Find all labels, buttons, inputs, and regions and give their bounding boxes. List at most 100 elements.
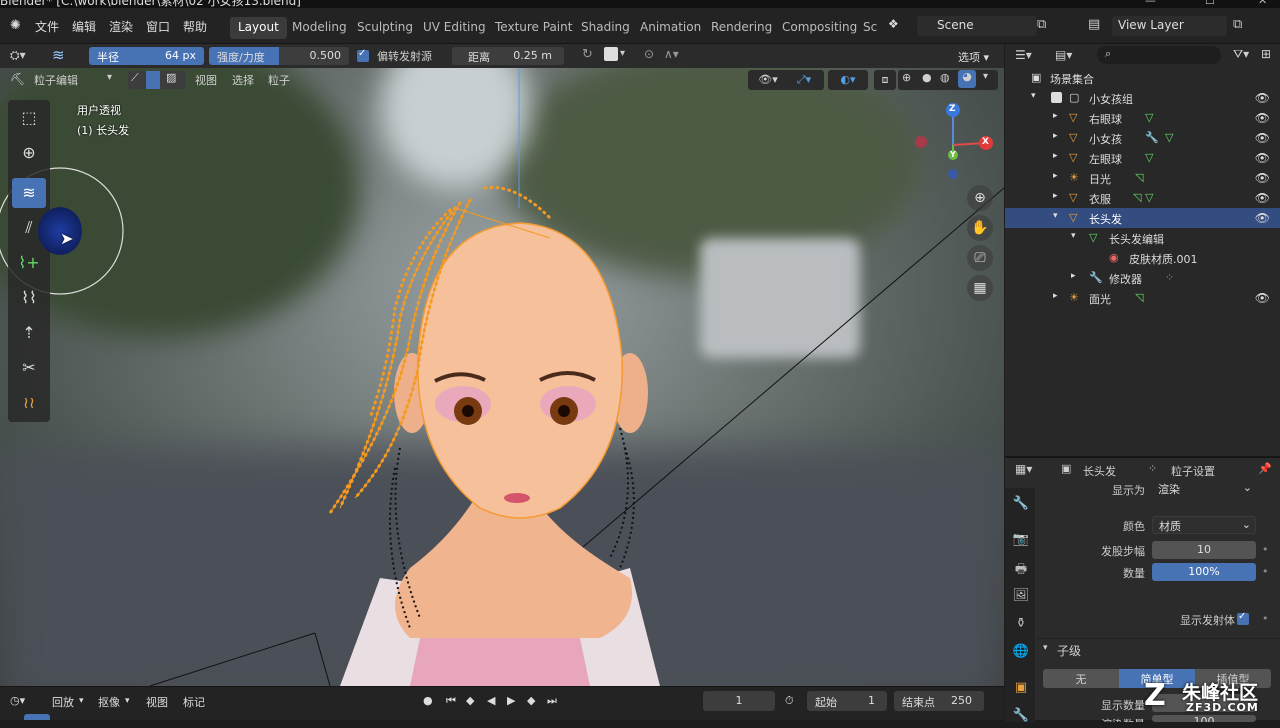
outliner-row-modifiers[interactable]: ▸ 🔧 修改器 ⁘ <box>1005 268 1280 288</box>
new-collection-icon[interactable]: ⊞ <box>1261 47 1271 61</box>
next-keyframe-icon[interactable]: ◆ <box>527 694 535 707</box>
options-dropdown[interactable]: 选项 ▾ <box>950 47 998 65</box>
expand-icon[interactable]: ▸ <box>1053 191 1058 201</box>
show-emitter-checkbox[interactable] <box>1237 611 1249 625</box>
outliner-row-skin-material[interactable]: ◉ 皮肤材质.001 <box>1005 248 1280 268</box>
point-select-icon[interactable] <box>146 71 160 89</box>
outliner-row-girl[interactable]: ▸ ▽ 小女孩 🔧 ▽ 👁 <box>1005 128 1280 148</box>
play-reverse-icon[interactable]: ◀ <box>487 694 495 707</box>
add-tool-icon[interactable]: ⌇+ <box>12 248 46 278</box>
camera-icon[interactable]: ⎚ <box>967 245 993 271</box>
strength-field[interactable]: 强度/力度 0.500 <box>209 47 349 65</box>
zoom-icon[interactable]: ⊕ <box>967 185 993 211</box>
outliner-row-hair-edit[interactable]: ▾ ▽ 长头发编辑 <box>1005 228 1280 248</box>
record-icon[interactable]: ● <box>423 694 433 707</box>
eye-icon[interactable]: 👁 <box>1255 91 1270 105</box>
tab-animation[interactable]: Animation <box>632 17 709 39</box>
menu-file[interactable]: 文件 <box>35 18 59 35</box>
cut-tool-icon[interactable]: ✂ <box>12 353 46 383</box>
color-dropdown[interactable]: 材质 ⌄ <box>1152 516 1256 534</box>
outliner-row-long-hair[interactable]: ▾ ▽ 长头发 👁 <box>1005 208 1280 228</box>
maximize-button[interactable]: ☐ <box>1205 0 1215 7</box>
cursor-icon[interactable]: ⊕ <box>12 138 46 168</box>
outliner-editor-icon[interactable]: ☰▾ <box>1015 48 1032 62</box>
path-select-icon[interactable]: ⟋ <box>131 71 139 85</box>
weight-tool-icon[interactable]: ≀≀ <box>12 388 46 418</box>
keyframe-dot-icon[interactable]: • <box>1262 612 1269 625</box>
menu-view[interactable]: 视图 <box>195 72 217 88</box>
expand-icon[interactable]: ▸ <box>1053 171 1058 181</box>
menu-select[interactable]: 选择 <box>232 72 254 88</box>
mode-selector[interactable]: 粒子编辑 <box>34 72 78 88</box>
eye-icon[interactable]: 👁 <box>1255 211 1270 225</box>
outliner-search-input[interactable]: ⌕ <box>1097 46 1221 64</box>
3d-viewport[interactable]: ⛏ 粒子编辑 ▾ ⟋ ▨ 视图 选择 粒子 👁▾ ⤢▾ ◐▾ ⧈ ⊕ ● ◍ ◕… <box>0 68 1004 686</box>
jump-start-icon[interactable]: ⏮ <box>446 694 456 708</box>
distance-field[interactable]: 距离 0.25 m <box>452 47 564 65</box>
snap-icon[interactable]: ↻ <box>582 47 593 62</box>
scene-selector-icon[interactable]: ❖ <box>888 17 899 31</box>
menu-help[interactable]: 帮助 <box>183 18 207 35</box>
outliner-row-sunlight[interactable]: ▸ ☀ 日光 ◹ 👁 <box>1005 168 1280 188</box>
shading-dropdown-icon[interactable]: ▾ <box>983 71 988 82</box>
expand-icon[interactable]: ▸ <box>1053 291 1058 301</box>
length-tool-icon[interactable]: ⌇⌇ <box>12 283 46 313</box>
end-frame-field[interactable]: 结束点 250 <box>894 691 984 711</box>
start-frame-field[interactable]: 起始 1 <box>807 691 887 711</box>
expand-icon[interactable]: ▸ <box>1071 271 1076 281</box>
context-particle-settings[interactable]: 粒子设置 <box>1171 463 1215 479</box>
properties-editor-icon[interactable]: ▦▾ <box>1015 462 1032 476</box>
tab-scripting[interactable]: Sc <box>855 17 885 39</box>
comb-brush-icon[interactable]: ≋ <box>52 46 65 64</box>
new-scene-icon[interactable]: ⧉ <box>1037 17 1046 32</box>
outliner-row-right-eye[interactable]: ▸ ▽ 右眼球 ▽ 👁 <box>1005 108 1280 128</box>
falloff-icon[interactable]: ∧▾ <box>664 47 679 61</box>
tool-tab-icon[interactable]: 🔧 <box>1011 496 1031 516</box>
prev-keyframe-icon[interactable]: ◆ <box>466 694 474 707</box>
keyframe-dot-icon[interactable]: • <box>1262 565 1269 578</box>
eye-icon[interactable]: 👁 <box>1255 131 1270 145</box>
display-as-dropdown[interactable]: 渲染 ⌄ <box>1152 480 1256 498</box>
tab-rendering[interactable]: Rendering <box>703 17 780 39</box>
wireframe-shading-icon[interactable]: ⊕ <box>902 71 911 84</box>
blender-logo-icon[interactable]: ✺ <box>10 18 21 33</box>
expand-icon[interactable]: ▸ <box>1053 111 1058 121</box>
modifier-tab-icon[interactable]: 🔧 <box>1011 708 1031 728</box>
view-layer-icon[interactable]: ▤ <box>1088 17 1100 32</box>
object-tab-icon[interactable]: ▣ <box>1011 680 1031 700</box>
expand-icon[interactable]: ▾ <box>1053 211 1058 221</box>
puff-tool-icon[interactable]: ⇡ <box>12 318 46 348</box>
keying-menu[interactable]: 抠像 <box>98 694 120 710</box>
scene-field[interactable]: Scene <box>917 16 1037 36</box>
timeline-editor-icon[interactable]: ◷▾ <box>10 694 25 707</box>
rendered-shading-icon[interactable]: ◕ <box>958 70 976 88</box>
eye-icon[interactable]: 👁 <box>1255 291 1270 305</box>
gizmo-toggle[interactable]: ⤢▾ <box>784 70 824 90</box>
keyframe-dot-icon[interactable]: • <box>1262 543 1269 556</box>
xray-toggle[interactable]: ⧈ <box>874 70 896 90</box>
render-tab-icon[interactable]: 📷 <box>1011 532 1031 552</box>
jump-end-icon[interactable]: ⏭ <box>547 694 557 708</box>
solid-shading-icon[interactable]: ● <box>922 71 932 84</box>
outliner-row-clothes[interactable]: ▸ ▽ 衣服 ◹ ▽ 👁 <box>1005 188 1280 208</box>
children-none-option[interactable]: 无 <box>1043 669 1119 688</box>
visibility-dropdown[interactable]: 👁▾ <box>748 70 788 90</box>
outliner-row-left-eye[interactable]: ▸ ▽ 左眼球 ▽ 👁 <box>1005 148 1280 168</box>
ortho-grid-icon[interactable]: ▦ <box>967 275 993 301</box>
scene-tab-icon[interactable]: ⚱ <box>1011 616 1031 636</box>
minimize-button[interactable]: — <box>1145 0 1156 7</box>
tip-select-icon[interactable]: ▨ <box>166 71 176 84</box>
material-shading-icon[interactable]: ◍ <box>940 71 950 84</box>
tab-compositing[interactable]: Compositing <box>774 17 865 39</box>
scene-collection-row[interactable]: ▣ 场景集合 <box>1005 68 1280 88</box>
tab-modeling[interactable]: Modeling <box>284 17 355 39</box>
world-tab-icon[interactable]: 🌐 <box>1011 644 1031 664</box>
tab-shading[interactable]: Shading <box>573 17 638 39</box>
pan-hand-icon[interactable]: ✋ <box>967 215 993 241</box>
emitter-deflect-checkbox[interactable] <box>357 48 369 62</box>
expand-icon[interactable]: ▾ <box>1031 91 1036 101</box>
expand-icon[interactable]: ▾ <box>1071 231 1076 241</box>
editor-type-icon[interactable]: ⛭▾ <box>10 48 26 63</box>
menu-edit[interactable]: 编辑 <box>72 18 96 35</box>
play-icon[interactable]: ▶ <box>507 694 515 707</box>
